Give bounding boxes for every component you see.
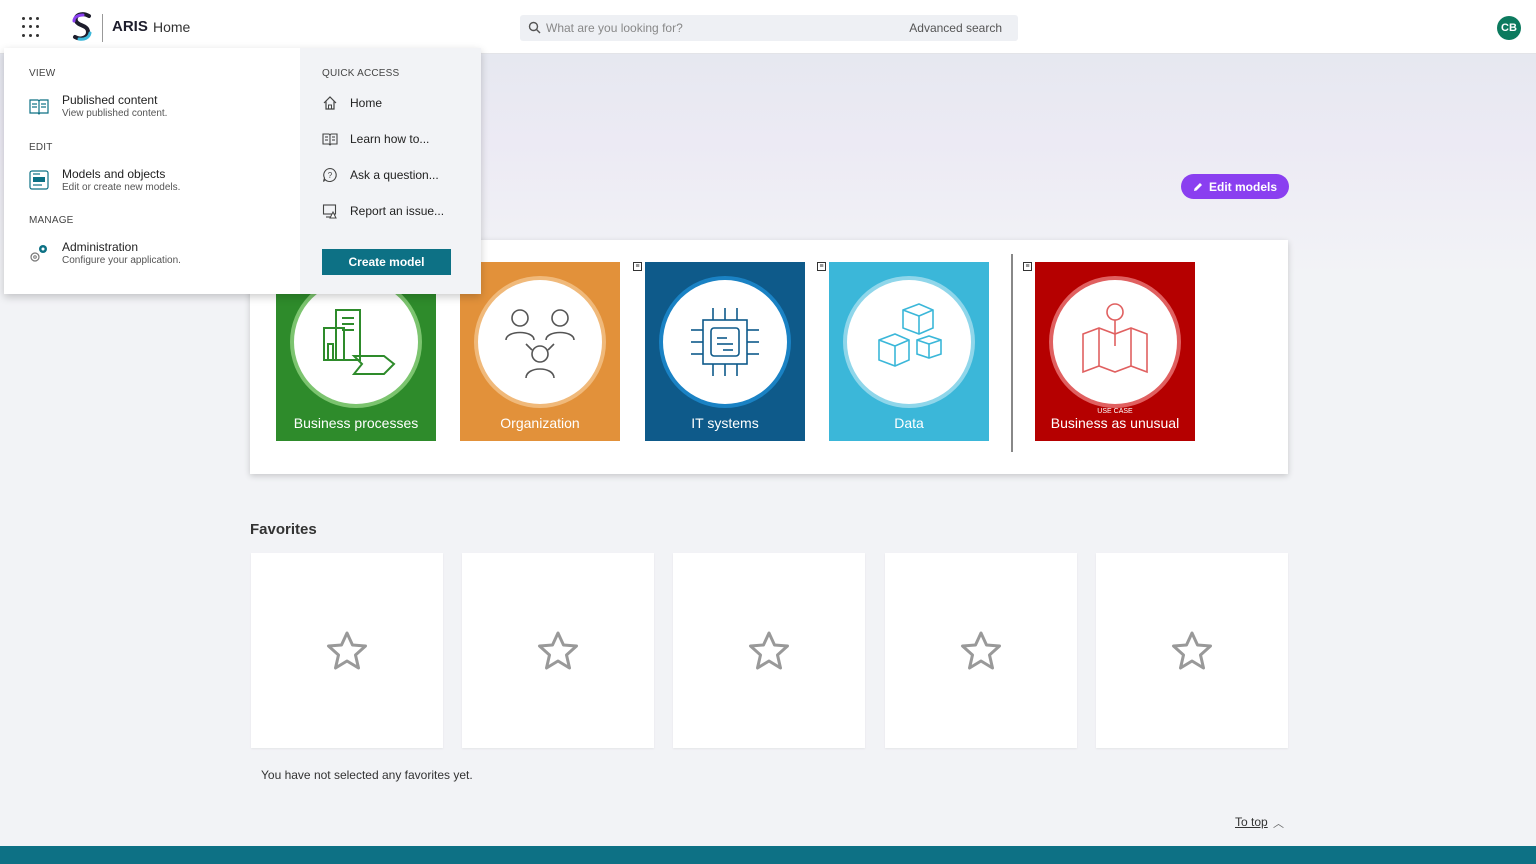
tile-label: IT systems [691, 415, 759, 431]
tile-it-systems[interactable]: IT systems [645, 262, 805, 441]
model-type-icon: ≡ [633, 262, 642, 271]
user-avatar[interactable]: CB [1497, 16, 1521, 40]
quick-access-question[interactable]: ? Ask a question... [322, 166, 472, 186]
organization-circle [478, 280, 602, 404]
favorite-slot[interactable] [885, 553, 1077, 748]
book-icon [29, 99, 49, 115]
quick-access-label-report: Report an issue... [350, 204, 445, 218]
menu-item-published-content[interactable]: Published content View published content… [28, 93, 288, 123]
brand-name: ARIS [112, 18, 148, 35]
tile-sublabel: USE CASE [1097, 408, 1133, 415]
tile-business-as-unusual[interactable]: USE CASE Business as unusual [1035, 262, 1195, 441]
edit-models-label: Edit models [1208, 179, 1277, 194]
search-icon [528, 21, 541, 34]
model-type-icon: ≡ [1023, 262, 1032, 271]
map-pin-icon [1082, 303, 1148, 374]
tile-label: Data [894, 415, 924, 431]
data-circle [847, 280, 971, 404]
app-menu-dropdown: VIEW Published content View published co… [4, 48, 481, 294]
favorite-slot[interactable] [462, 553, 654, 748]
pencil-icon [1193, 182, 1202, 191]
menu-sections: VIEW Published content View published co… [4, 48, 300, 294]
quick-access-learn[interactable]: Learn how to... [322, 130, 472, 150]
advanced-search-link[interactable]: Advanced search [909, 21, 1002, 35]
business-as-unusual-circle [1053, 280, 1177, 404]
star-outline-icon [961, 631, 1001, 669]
star-outline-icon [749, 631, 789, 669]
menu-item-title: Published content [62, 93, 158, 107]
book-open-icon [322, 133, 338, 146]
favorite-slot[interactable] [673, 553, 865, 748]
tile-label: Business as unusual [1050, 415, 1180, 431]
menu-item-models-objects[interactable]: Models and objects Edit or create new mo… [28, 167, 288, 197]
quick-access-label-home: Home [350, 96, 383, 110]
tile-label: Business processes [293, 415, 419, 431]
menu-item-title: Administration [62, 240, 139, 254]
cubes-icon [878, 303, 942, 367]
business-processes-circle [294, 280, 418, 404]
menu-item-title: Models and objects [62, 167, 166, 181]
search-input[interactable] [546, 18, 906, 38]
page-title: Home [153, 19, 191, 35]
tile-organization[interactable]: Organization [460, 262, 620, 441]
star-outline-icon [538, 631, 578, 669]
model-type-icon: ≡ [817, 262, 826, 271]
menu-section-label-edit: EDIT [29, 142, 53, 153]
question-bubble-icon: ? [322, 167, 337, 182]
quick-access-panel: QUICK ACCESS Home Learn how to... ? Ask … [300, 48, 481, 294]
footer-bar [0, 846, 1536, 864]
favorite-slot[interactable] [251, 553, 443, 748]
favorites-empty-message: You have not selected any favorites yet. [261, 768, 473, 782]
tile-data[interactable]: Data [829, 262, 989, 441]
quick-access-report[interactable]: Report an issue... [322, 202, 472, 222]
menu-section-label-view: VIEW [29, 68, 56, 79]
business-process-icon [323, 309, 396, 375]
quick-access-label: QUICK ACCESS [322, 68, 400, 79]
home-icon [323, 96, 337, 110]
models-icon [29, 170, 49, 190]
menu-item-administration[interactable]: Administration Configure your applicatio… [28, 240, 288, 270]
menu-item-subtitle: View published content. [62, 108, 168, 119]
to-top-link[interactable]: To top [1235, 815, 1268, 829]
star-outline-icon [327, 631, 367, 669]
quick-access-label-learn: Learn how to... [350, 132, 430, 146]
favorites-title: Favorites [250, 521, 317, 538]
tiles-divider [1011, 254, 1013, 452]
logo-divider [102, 14, 103, 42]
search-bar: Advanced search [520, 15, 1018, 41]
menu-item-subtitle: Edit or create new models. [62, 182, 181, 193]
tile-label: Organization [500, 415, 580, 431]
edit-models-button[interactable]: Edit models [1181, 174, 1289, 199]
chevron-up-icon[interactable]: ︿ [1273, 815, 1284, 831]
menu-section-label-manage: MANAGE [29, 215, 74, 226]
aris-logo[interactable] [70, 12, 94, 42]
menu-item-subtitle: Configure your application. [62, 255, 181, 266]
app-launcher-icon[interactable] [22, 17, 44, 39]
gear-icon [30, 245, 47, 262]
create-model-button[interactable]: Create model [322, 249, 451, 275]
chip-icon [691, 308, 759, 376]
quick-access-label-question: Ask a question... [350, 168, 439, 182]
quick-access-home[interactable]: Home [322, 94, 472, 114]
star-outline-icon [1172, 631, 1212, 669]
app-header: ARIS Home Advanced search CB [0, 0, 1536, 54]
it-systems-circle [663, 280, 787, 404]
organization-icon [505, 309, 575, 379]
report-issue-icon [322, 204, 337, 219]
svg-text:?: ? [328, 171, 333, 180]
favorite-slot[interactable] [1096, 553, 1288, 748]
